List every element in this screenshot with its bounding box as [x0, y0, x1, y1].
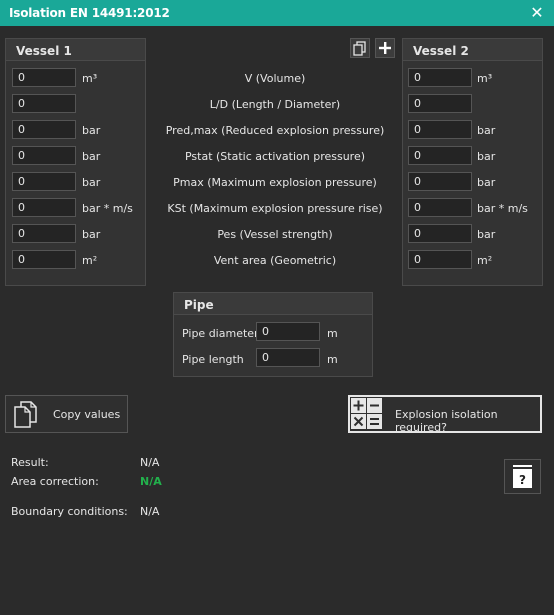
calculator-icon [351, 398, 382, 429]
vessel1-unit: bar [82, 176, 101, 189]
copy-values-label: Copy values [53, 408, 121, 421]
parameter-label: Pmax (Maximum explosion pressure) [173, 176, 377, 189]
vessel2-input[interactable] [408, 94, 472, 113]
vessel1-input[interactable] [12, 146, 76, 165]
copy-icon[interactable] [350, 38, 370, 58]
pipe-length-unit: m [327, 353, 338, 366]
vessel1-unit: bar [82, 228, 101, 241]
pipe-length-input[interactable] [256, 348, 320, 367]
vessel1-input[interactable] [12, 68, 76, 87]
parameter-label: KSt (Maximum explosion pressure rise) [167, 202, 383, 215]
close-icon[interactable]: ✕ [529, 3, 545, 22]
vessel1-unit: m³ [82, 72, 98, 85]
vessel1-unit: bar [82, 124, 101, 137]
vessel2-input[interactable] [408, 250, 472, 269]
parameter-label: Vent area (Geometric) [213, 254, 337, 267]
area-correction-label: Area correction: [11, 475, 99, 488]
vessel2-unit: bar [477, 228, 496, 241]
window-title: Isolation EN 14491:2012 [9, 6, 170, 20]
vessel2-unit: m³ [477, 72, 493, 85]
vessel1-unit: m² [82, 254, 98, 267]
vessel1-input[interactable] [12, 94, 76, 113]
svg-text:?: ? [519, 473, 526, 487]
result-label: Result: [11, 456, 49, 469]
vessel1-unit: bar [82, 150, 101, 163]
vessel2-input[interactable] [408, 224, 472, 243]
pipe-diameter-input[interactable] [256, 322, 320, 341]
vessel1-title: Vessel 1 [6, 39, 145, 61]
add-icon[interactable] [375, 38, 395, 58]
vessel2-unit: bar [477, 150, 496, 163]
vessel2-title: Vessel 2 [403, 39, 542, 61]
copy-values-icon [14, 401, 37, 428]
result-value: N/A [140, 456, 160, 469]
parameter-label: V (Volume) [244, 72, 306, 85]
vessel2-input[interactable] [408, 198, 472, 217]
vessel1-input[interactable] [12, 250, 76, 269]
parameter-label: Pstat (Static activation pressure) [184, 150, 366, 163]
pipe-diameter-label: Pipe diameter [182, 327, 259, 340]
copy-values-button[interactable]: Copy values [5, 395, 128, 433]
vessel1-input[interactable] [12, 172, 76, 191]
vessel1-input[interactable] [12, 198, 76, 217]
help-book-icon: ? [513, 465, 532, 488]
pipe-title: Pipe [174, 293, 372, 315]
help-button[interactable]: ? [504, 459, 541, 494]
vessel2-input[interactable] [408, 68, 472, 87]
vessel2-unit: bar * m/s [477, 202, 528, 215]
pipe-length-label: Pipe length [182, 353, 244, 366]
vessel1-unit: bar * m/s [82, 202, 133, 215]
pipe-panel: Pipe Pipe diameter m Pipe length m [173, 292, 373, 377]
vessel2-unit: m² [477, 254, 493, 267]
explosion-isolation-label: Explosion isolation required? [395, 408, 498, 434]
boundary-conditions-label: Boundary conditions: [11, 505, 128, 518]
vessel1-input[interactable] [12, 224, 76, 243]
title-bar: Isolation EN 14491:2012 ✕ [0, 0, 554, 26]
vessel2-unit: bar [477, 176, 496, 189]
vessel2-input[interactable] [408, 120, 472, 139]
vessel2-input[interactable] [408, 172, 472, 191]
explosion-isolation-button[interactable]: Explosion isolation required? [348, 395, 542, 434]
vessel1-input[interactable] [12, 120, 76, 139]
parameter-label: Pes (Vessel strength) [217, 228, 333, 241]
vessel2-input[interactable] [408, 146, 472, 165]
vessel2-unit: bar [477, 124, 496, 137]
pipe-diameter-unit: m [327, 327, 338, 340]
parameter-label: L/D (Length / Diameter) [209, 98, 341, 111]
boundary-conditions-value: N/A [140, 505, 160, 518]
area-correction-value: N/A [140, 475, 162, 488]
parameter-label: Pred,max (Reduced explosion pressure) [165, 124, 385, 137]
